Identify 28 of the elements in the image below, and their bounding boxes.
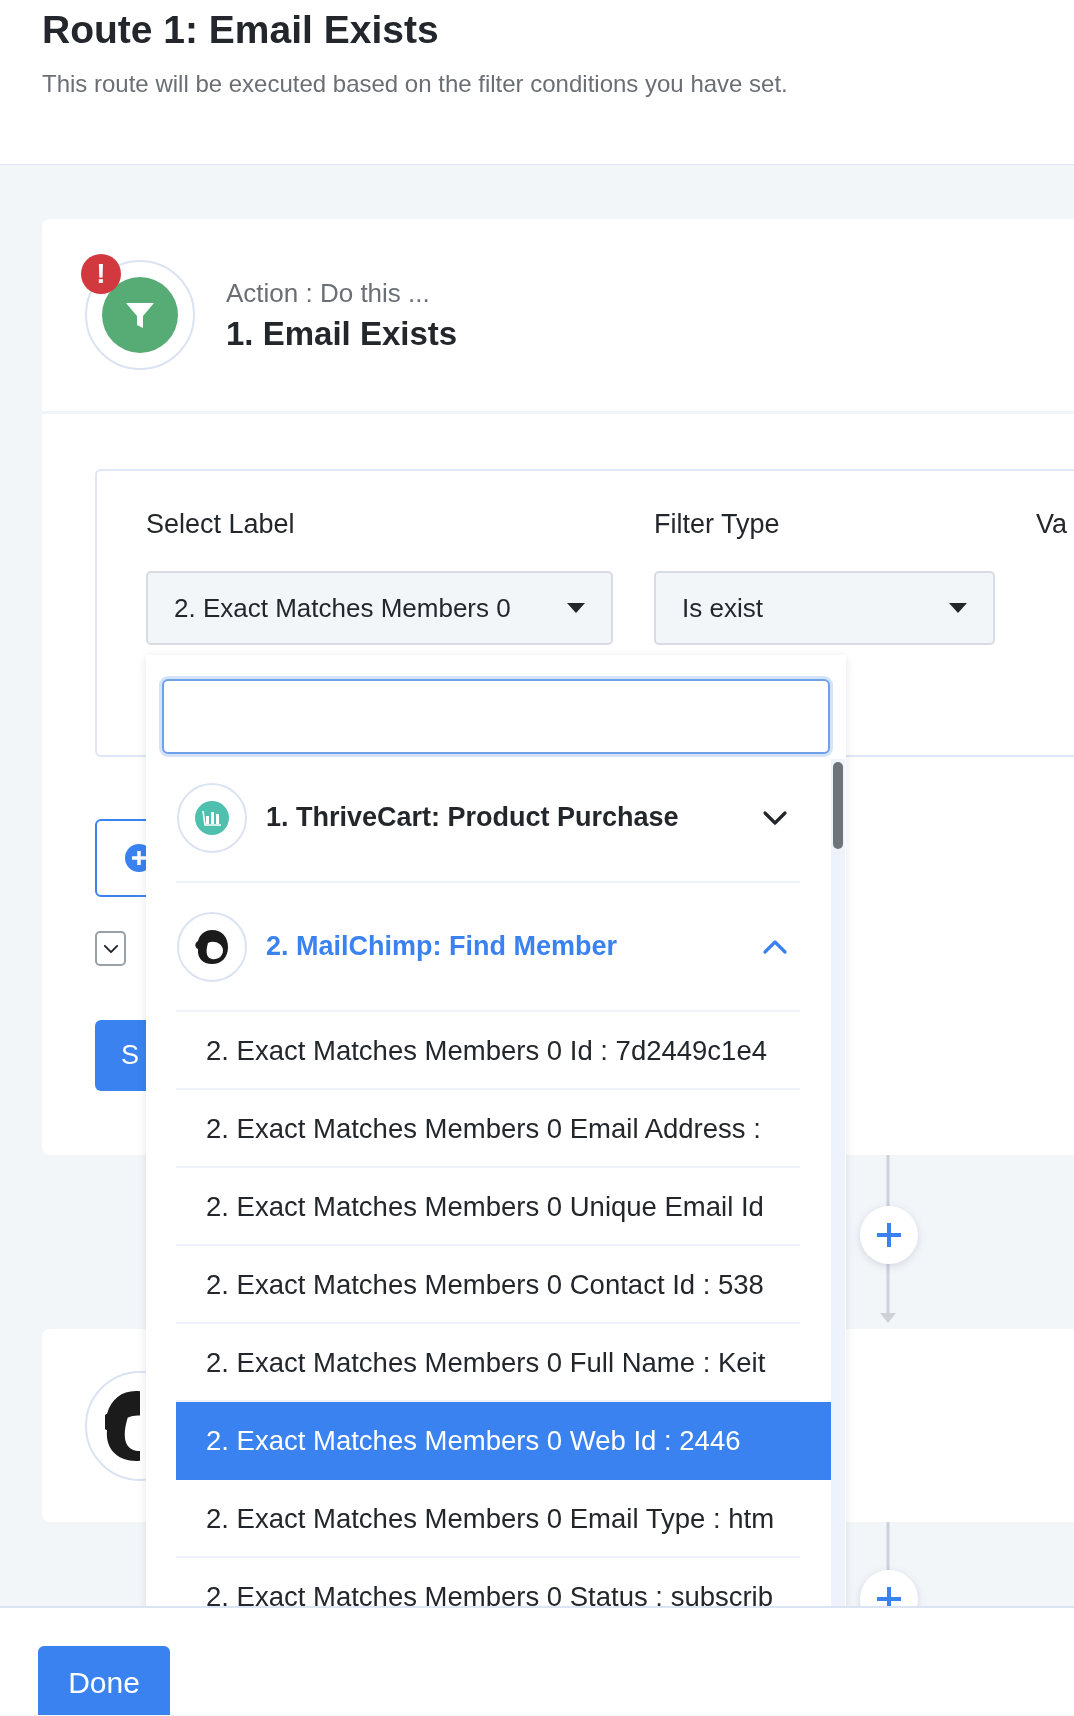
- chevron-down-icon[interactable]: [762, 809, 788, 826]
- field-label: Filter Type: [654, 509, 780, 540]
- connector-line: [886, 1522, 890, 1572]
- search-field[interactable]: [162, 679, 830, 754]
- group-header[interactable]: 1. ThriveCart: Product Purchase: [176, 754, 800, 883]
- caret-icon: [949, 603, 967, 613]
- plus-icon: [876, 1586, 902, 1606]
- chevron-up-icon[interactable]: [762, 938, 788, 955]
- page-title: Route 1: Email Exists: [42, 7, 439, 53]
- field-label: Select Label: [146, 509, 295, 540]
- caret-icon: [567, 603, 585, 613]
- step-title: 1. Email Exists: [226, 314, 458, 353]
- filter-step-icon: [102, 277, 178, 353]
- field-label: Va: [1036, 509, 1068, 540]
- select-field[interactable]: 2. Exact Matches Members 0: [146, 571, 613, 645]
- plus-icon: [876, 1222, 902, 1248]
- option-item[interactable]: 2. Exact Matches Members 0 Web Id : 2446: [176, 1402, 831, 1480]
- expand-toggle[interactable]: [95, 931, 126, 966]
- page-subtitle: This route will be executed based on the filter conditions you have set.: [42, 70, 788, 98]
- select-field[interactable]: Is exist: [654, 571, 995, 645]
- chevron-down-icon: [102, 943, 119, 954]
- group-title: 2. MailChimp: Find Member: [266, 931, 619, 962]
- add-step-button[interactable]: [860, 1206, 918, 1264]
- step-caption: Action : Do this ...: [226, 277, 431, 309]
- error-badge: !: [81, 254, 121, 294]
- group-title: 1. ThriveCart: Product Purchase: [266, 802, 680, 833]
- scrollbar[interactable]: [831, 759, 845, 1606]
- done-button[interactable]: Done: [38, 1646, 170, 1715]
